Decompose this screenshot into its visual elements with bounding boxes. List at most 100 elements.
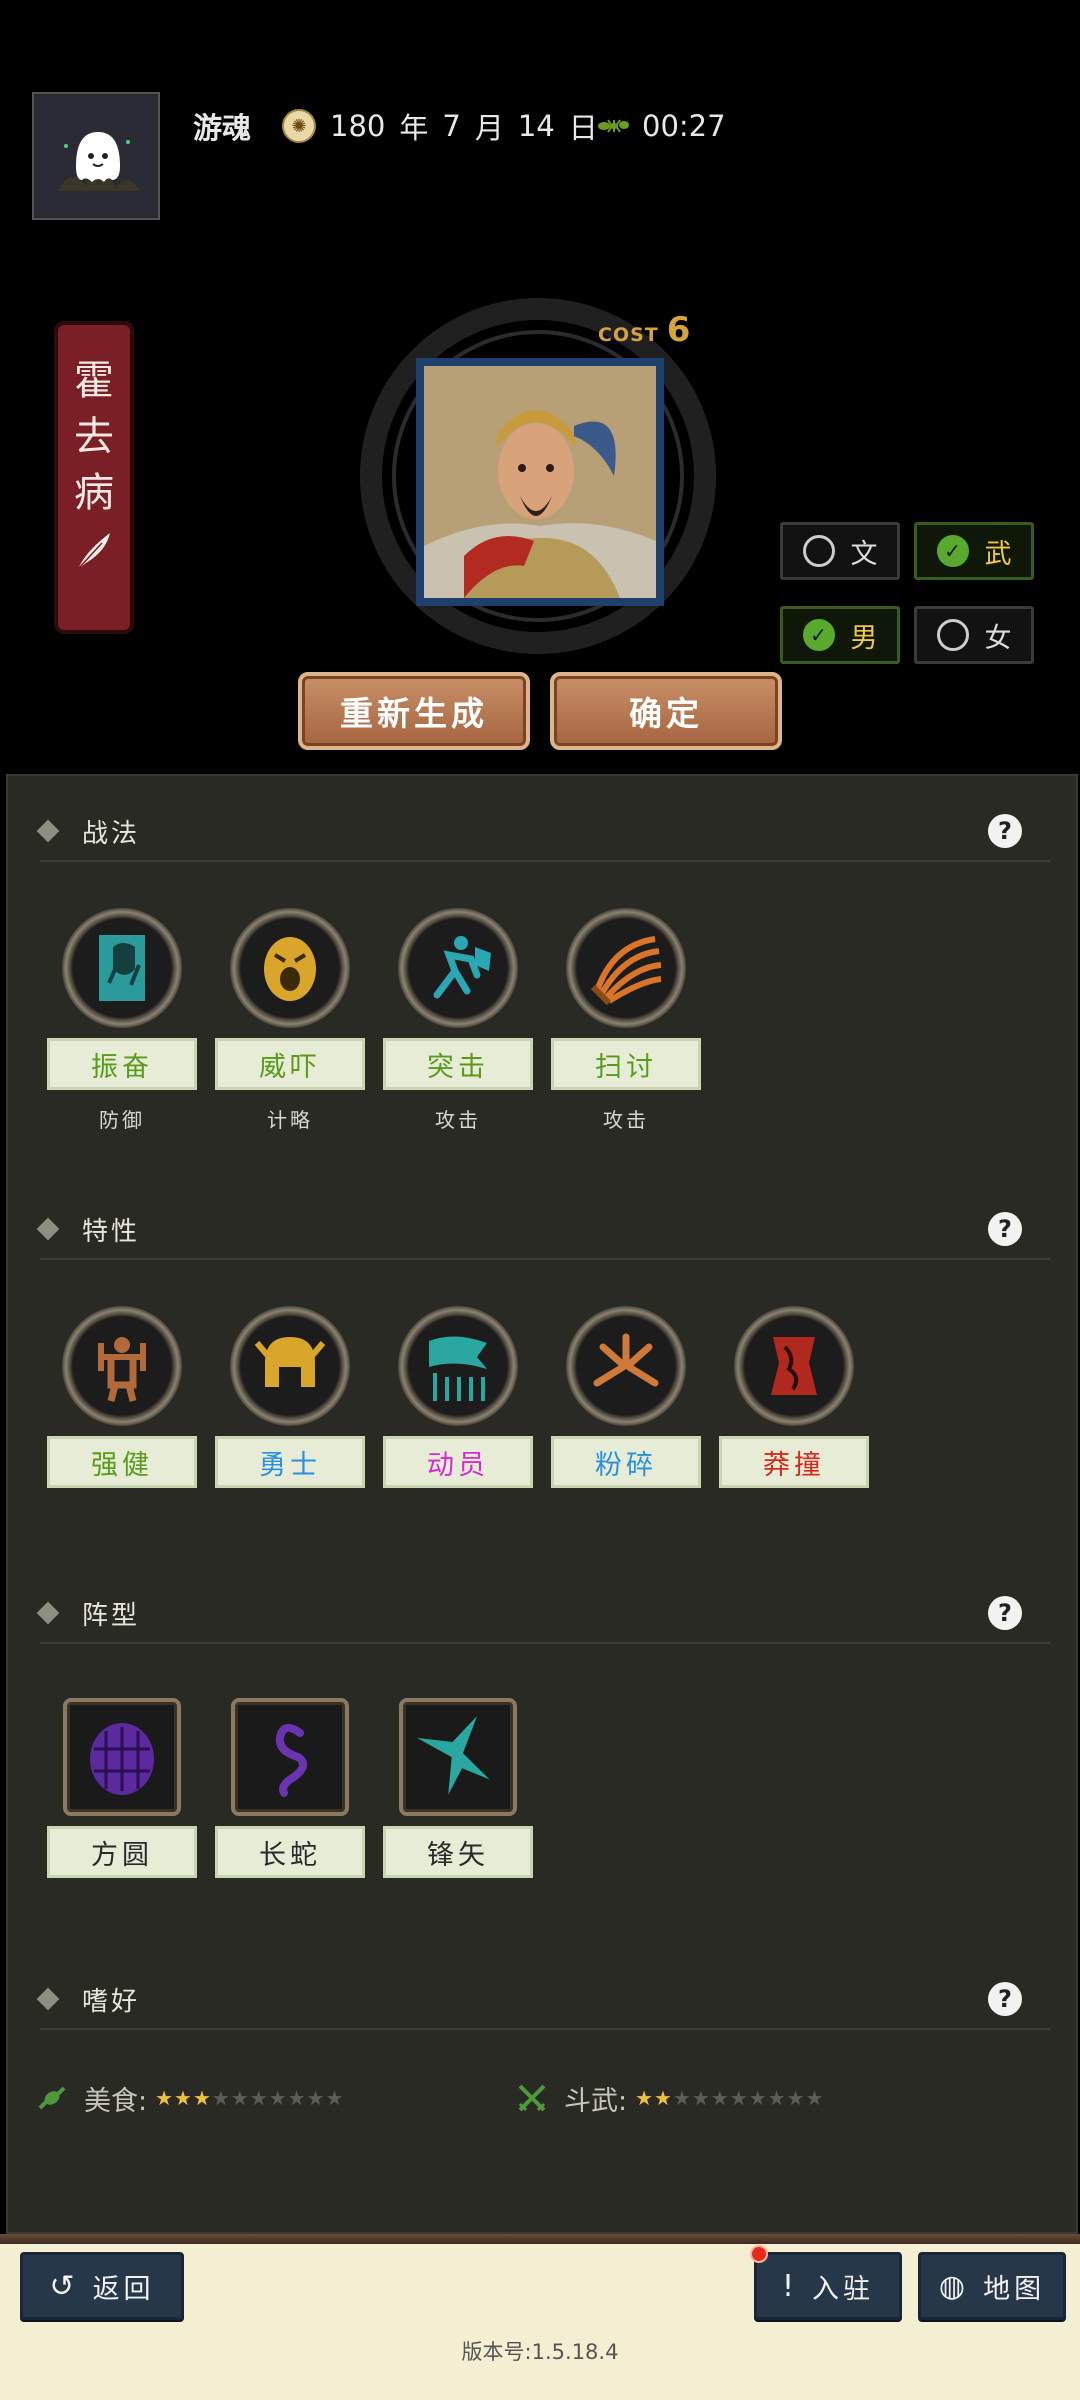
check-icon: ✓	[936, 535, 969, 567]
radio-empty-icon	[802, 535, 835, 567]
tactic-item[interactable]: 扫讨 攻击	[551, 908, 701, 1133]
star-empty-icon: ★	[672, 2086, 692, 2110]
option-military[interactable]: ✓ 武	[914, 522, 1034, 580]
crossed-swords-icon	[518, 2084, 546, 2112]
option-female-label: 女	[984, 622, 1012, 654]
star-empty-icon: ★	[230, 2086, 250, 2110]
warrior-helmet-icon	[230, 1306, 350, 1426]
ant-icon	[598, 119, 629, 133]
smash-icon	[566, 1306, 686, 1426]
general-portrait[interactable]	[416, 358, 664, 606]
star-empty-icon: ★	[268, 2086, 288, 2110]
tactic-name: 振奋	[47, 1038, 197, 1090]
general-portrait-image	[424, 366, 656, 598]
date-year: 180	[330, 109, 386, 143]
section-header-tactics: 战法 ?	[36, 802, 1050, 862]
hobby-label: 斗武:	[564, 2085, 628, 2117]
game-date: ✺ 180 年 7 月 14 日	[282, 104, 612, 148]
snake-icon	[231, 1698, 349, 1816]
help-icon[interactable]: ?	[988, 814, 1022, 848]
formation-item[interactable]: 方圆	[47, 1698, 197, 1878]
help-icon[interactable]: ?	[988, 1982, 1022, 2016]
star-empty-icon: ★	[249, 2086, 269, 2110]
trait-item[interactable]: 强健	[47, 1306, 197, 1488]
trait-item[interactable]: 粉碎	[551, 1306, 701, 1488]
formation-item[interactable]: 长蛇	[215, 1698, 365, 1878]
option-male[interactable]: ✓ 男	[780, 606, 900, 664]
mobilize-banner-icon	[398, 1306, 518, 1426]
diamond-bullet-icon	[36, 819, 60, 843]
player-avatar[interactable]	[32, 92, 160, 220]
trait-item[interactable]: 动员	[383, 1306, 533, 1488]
date-day: 14	[517, 109, 555, 143]
option-male-label: 男	[850, 622, 878, 654]
tactic-name: 突击	[383, 1038, 533, 1090]
sweep-icon	[566, 908, 686, 1028]
cost-value: 6	[666, 310, 691, 350]
general-details-panel[interactable]: 战法 ? 振奋 防御 威吓 计略 突击 攻击 扫讨 攻击 特性 ? 强健 勇士 …	[6, 774, 1078, 2234]
tactic-item[interactable]: 威吓 计略	[215, 908, 365, 1133]
candy-icon	[38, 2086, 66, 2110]
date-day-unit: 日	[568, 111, 598, 145]
settle-button[interactable]: ! 入驻	[754, 2252, 902, 2320]
sun-emblem-icon: ✺	[282, 109, 316, 143]
tactic-name: 威吓	[215, 1038, 365, 1090]
star-empty-icon: ★	[748, 2086, 768, 2110]
star-empty-icon: ★	[691, 2086, 711, 2110]
ghost-icon	[36, 96, 156, 216]
charge-icon	[398, 908, 518, 1028]
cost-display: COST 6	[598, 310, 690, 350]
tactic-item[interactable]: 振奋 防御	[47, 908, 197, 1133]
confirm-button[interactable]: 确定	[550, 672, 782, 750]
date-month: 7	[442, 109, 461, 143]
back-button[interactable]: ↺ 返回	[20, 2252, 184, 2320]
bottom-rail-decoration	[0, 2234, 1080, 2244]
tactic-type: 攻击	[435, 1108, 481, 1132]
section-title: 嗜好	[82, 1986, 141, 2017]
option-military-label: 武	[984, 538, 1012, 570]
star-empty-icon: ★	[786, 2086, 806, 2110]
intimidate-icon	[230, 908, 350, 1028]
tactic-type: 攻击	[603, 1108, 649, 1132]
date-year-unit: 年	[399, 111, 429, 145]
formation-name: 方圆	[47, 1826, 197, 1878]
arrowhead-icon	[399, 1698, 517, 1816]
regenerate-button[interactable]: 重新生成	[298, 672, 530, 750]
time-value: 00:27	[642, 109, 726, 143]
star-empty-icon: ★	[211, 2086, 231, 2110]
star-empty-icon: ★	[767, 2086, 787, 2110]
strong-icon	[62, 1306, 182, 1426]
version-label: 版本号:1.5.18.4	[461, 2340, 619, 2364]
trait-item[interactable]: 莽撞	[719, 1306, 869, 1488]
trait-name: 勇士	[215, 1436, 365, 1488]
trait-item[interactable]: 勇士	[215, 1306, 365, 1488]
trait-name: 莽撞	[719, 1436, 869, 1488]
section-title: 阵型	[82, 1600, 141, 1631]
tactic-type: 计略	[267, 1108, 313, 1132]
return-arrow-icon: ↺	[49, 2268, 79, 2304]
notification-dot	[750, 2245, 768, 2263]
option-civil-label: 文	[850, 538, 878, 570]
formation-name: 锋矢	[383, 1826, 533, 1878]
help-icon[interactable]: ?	[988, 1212, 1022, 1246]
option-civil[interactable]: 文	[780, 522, 900, 580]
option-female[interactable]: 女	[914, 606, 1034, 664]
star-filled-icon: ★	[635, 2086, 655, 2110]
star-empty-icon: ★	[710, 2086, 730, 2110]
trait-name: 动员	[383, 1436, 533, 1488]
star-empty-icon: ★	[325, 2086, 345, 2110]
exclamation-icon: !	[781, 2268, 799, 2304]
star-filled-icon: ★	[174, 2086, 193, 2110]
star-empty-icon: ★	[729, 2086, 749, 2110]
star-empty-icon: ★	[306, 2086, 326, 2110]
star-filled-icon: ★	[192, 2086, 212, 2110]
help-icon[interactable]: ?	[988, 1596, 1022, 1630]
map-button[interactable]: ◍ 地图	[918, 2252, 1066, 2320]
fortify-icon	[62, 908, 182, 1028]
general-name-char: 病	[74, 470, 114, 516]
tactic-item[interactable]: 突击 攻击	[383, 908, 533, 1133]
hobby-food: 美食: ★★★★★★★★★★	[36, 2076, 344, 2120]
section-header-formations: 阵型 ?	[36, 1584, 1050, 1644]
formation-item[interactable]: 锋矢	[383, 1698, 533, 1878]
map-label: 地图	[983, 2273, 1046, 2305]
